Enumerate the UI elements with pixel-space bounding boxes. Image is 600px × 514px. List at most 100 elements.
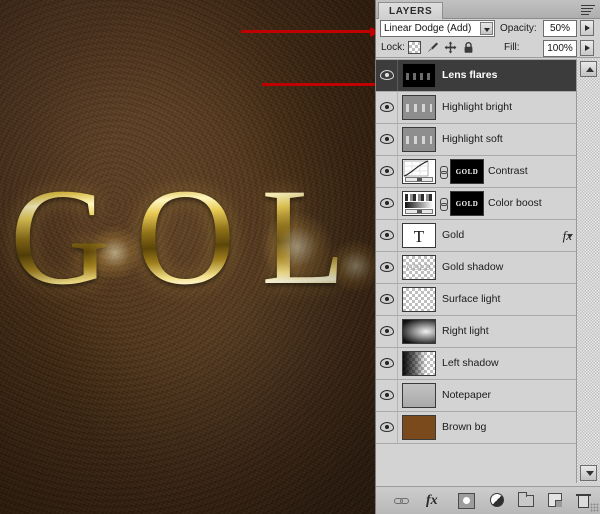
- layer-visibility-toggle[interactable]: [376, 92, 398, 123]
- new-adjustment-layer-icon[interactable]: [490, 493, 504, 507]
- scroll-up-button[interactable]: [580, 61, 597, 77]
- resize-grip[interactable]: [590, 503, 599, 512]
- layer-thumbnail[interactable]: [402, 415, 436, 440]
- layer-row[interactable]: Brown bg: [376, 412, 576, 444]
- mask-link-icon[interactable]: [439, 198, 448, 211]
- lock-position-move-icon[interactable]: [444, 41, 457, 54]
- tab-layers[interactable]: LAYERS: [378, 2, 444, 19]
- eye-icon: [380, 102, 394, 112]
- eye-pupil: [385, 233, 389, 237]
- eye-icon: [380, 326, 394, 336]
- thumb-slider: [405, 177, 433, 182]
- layer-name: Color boost: [488, 197, 542, 209]
- layer-visibility-toggle[interactable]: [376, 252, 398, 283]
- layer-row[interactable]: GOLD Contrast: [376, 156, 576, 188]
- layer-row[interactable]: Notepaper: [376, 380, 576, 412]
- layer-visibility-toggle[interactable]: [376, 188, 398, 219]
- lock-image-brush-icon[interactable]: [426, 41, 439, 54]
- eye-icon: [380, 422, 394, 432]
- layer-thumbnail[interactable]: [402, 127, 436, 152]
- fill-slider-button[interactable]: [580, 40, 594, 56]
- layer-thumbnail[interactable]: [402, 159, 436, 184]
- layer-row[interactable]: Highlight bright: [376, 92, 576, 124]
- chevron-down-icon[interactable]: [480, 22, 493, 35]
- layer-row[interactable]: Lens flares: [376, 60, 576, 92]
- layer-thumbnail[interactable]: [402, 191, 436, 216]
- layer-visibility-toggle[interactable]: [376, 156, 398, 187]
- add-mask-icon[interactable]: [458, 493, 475, 509]
- layers-panel: LAYERS Linear Dodge (Add) Opacity: 50% L…: [375, 0, 600, 514]
- mask-link-icon[interactable]: [439, 166, 448, 179]
- chevron-down-icon[interactable]: [567, 234, 573, 238]
- eye-icon: [380, 166, 394, 176]
- eye-icon: [380, 198, 394, 208]
- layer-list-scrollbar[interactable]: [576, 59, 600, 483]
- layer-name: Lens flares: [442, 69, 498, 81]
- layer-thumbnail[interactable]: [402, 287, 436, 312]
- layer-name: Contrast: [488, 165, 528, 177]
- eye-icon: [380, 358, 394, 368]
- layer-thumbnail[interactable]: [402, 63, 436, 88]
- layer-visibility-toggle[interactable]: [376, 220, 398, 251]
- layer-visibility-toggle[interactable]: [376, 316, 398, 347]
- opacity-label: Opacity:: [500, 23, 537, 34]
- layer-name: Gold shadow: [442, 261, 504, 273]
- canvas-gold-text: GOL: [10, 168, 375, 306]
- layer-visibility-toggle[interactable]: [376, 412, 398, 443]
- eye-pupil: [385, 73, 389, 77]
- document-canvas[interactable]: GOL: [0, 0, 375, 514]
- layer-row[interactable]: T Gold fx: [376, 220, 576, 252]
- layer-mask-thumbnail[interactable]: GOLD: [450, 191, 484, 216]
- thumb-art: [406, 104, 432, 112]
- eye-pupil: [385, 169, 389, 173]
- layer-row[interactable]: GOLD Color boost: [376, 188, 576, 220]
- layer-thumbnail[interactable]: [402, 351, 436, 376]
- layer-name: Surface light: [442, 293, 501, 305]
- scroll-down-button[interactable]: [580, 465, 597, 481]
- layer-thumbnail[interactable]: GOLD: [402, 255, 436, 280]
- layer-row[interactable]: Surface light: [376, 284, 576, 316]
- eye-pupil: [385, 329, 389, 333]
- fill-input[interactable]: 100%: [543, 40, 577, 57]
- layer-list[interactable]: Lens flares Highlight bright Highlight sof…: [376, 59, 600, 483]
- layer-row[interactable]: GOLD Gold shadow: [376, 252, 576, 284]
- layer-visibility-toggle[interactable]: [376, 284, 398, 315]
- layer-visibility-toggle[interactable]: [376, 60, 398, 91]
- new-layer-icon[interactable]: [548, 493, 562, 507]
- opacity-slider-button[interactable]: [580, 20, 594, 36]
- layer-visibility-toggle[interactable]: [376, 124, 398, 155]
- new-group-icon[interactable]: [518, 492, 534, 507]
- blend-mode-select[interactable]: Linear Dodge (Add): [380, 20, 495, 37]
- layer-thumbnail[interactable]: [402, 383, 436, 408]
- eye-pupil: [385, 265, 389, 269]
- thumb-art: [406, 136, 432, 144]
- panel-menu-icon[interactable]: [581, 3, 597, 16]
- lock-label: Lock:: [381, 42, 405, 53]
- layer-thumbnail[interactable]: [402, 95, 436, 120]
- thumb-histogram: [405, 194, 433, 201]
- lock-transparency-icon[interactable]: [408, 41, 421, 54]
- layer-style-fx-icon[interactable]: fx: [426, 493, 443, 509]
- layer-effects-fx-icon[interactable]: fx: [563, 220, 573, 251]
- opacity-input[interactable]: 50%: [543, 20, 577, 37]
- layer-row[interactable]: Left shadow: [376, 348, 576, 380]
- eye-icon: [380, 230, 394, 240]
- lock-all-padlock-icon[interactable]: [462, 41, 475, 54]
- menu-line: [581, 8, 593, 9]
- blend-opacity-row: Linear Dodge (Add) Opacity: 50%: [376, 19, 600, 38]
- chevron-up-icon: [586, 67, 594, 72]
- layer-visibility-toggle[interactable]: [376, 348, 398, 379]
- trash-can: [578, 496, 589, 508]
- layers-panel-footer: fx: [376, 486, 600, 514]
- layer-visibility-toggle[interactable]: [376, 380, 398, 411]
- link-layers-icon[interactable]: [394, 493, 411, 509]
- layer-thumbnail[interactable]: [402, 319, 436, 344]
- layer-mask-thumbnail[interactable]: GOLD: [450, 159, 484, 184]
- eye-pupil: [385, 425, 389, 429]
- layer-thumbnail[interactable]: T: [402, 223, 436, 248]
- eye-icon: [380, 70, 394, 80]
- layer-row[interactable]: Highlight soft: [376, 124, 576, 156]
- layer-row[interactable]: Right light: [376, 316, 576, 348]
- eye-pupil: [385, 201, 389, 205]
- eye-icon: [380, 390, 394, 400]
